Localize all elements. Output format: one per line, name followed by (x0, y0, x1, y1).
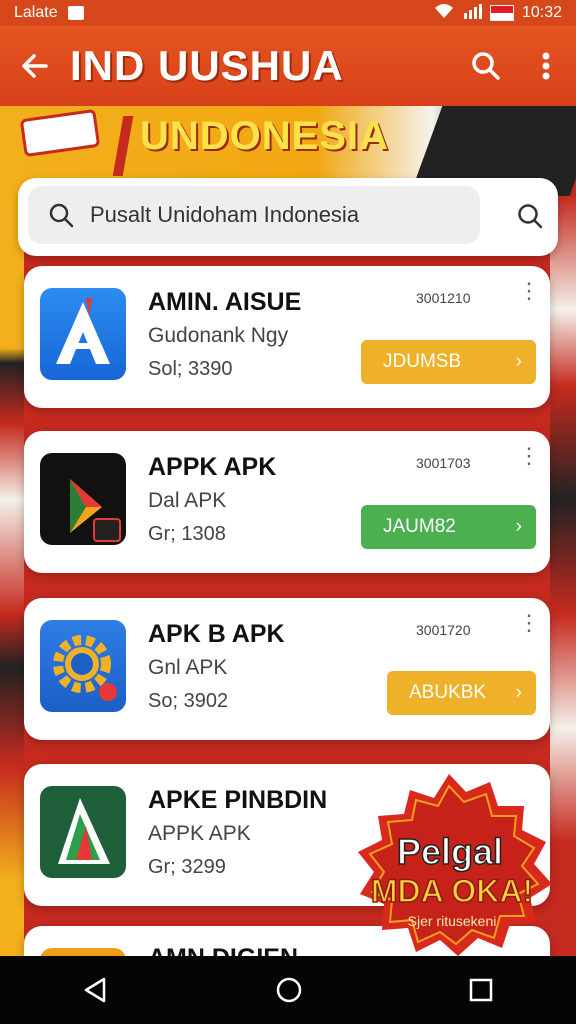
status-time: 10:32 (521, 4, 562, 21)
nav-back-icon[interactable] (82, 976, 110, 1004)
notification-icon (67, 6, 84, 20)
app-name: APPK APK (148, 453, 277, 481)
download-button[interactable]: ABUKBK › (387, 671, 536, 715)
app-card[interactable]: APPK APK Dal APK Gr; 1308 3001703 ⋮ JAUM… (24, 431, 550, 573)
download-button-label: JAUM82 (383, 516, 456, 537)
green-a-icon (40, 786, 126, 878)
status-left-text: Lalate (14, 4, 58, 21)
promo-line3: Sjer ritusekeni (408, 913, 497, 929)
gear-icon (40, 620, 126, 712)
app-size: Sol; 3390 (148, 358, 233, 380)
system-nav-bar (0, 956, 576, 1024)
app-card[interactable]: AMIN. AISUE Gudonank Ngy Sol; 3390 30012… (24, 266, 550, 408)
back-button[interactable] (0, 26, 70, 106)
search-input[interactable]: Pusalt Unidoham Indonesia (28, 186, 480, 244)
search-submit-icon[interactable] (516, 202, 544, 230)
download-button-label: JDUMSB (383, 351, 462, 372)
more-vert-icon (542, 52, 550, 80)
app-bar: IND UUSHUA (0, 26, 576, 106)
wifi-icon (434, 3, 454, 24)
promo-line2: MDA OKA! (371, 873, 533, 909)
search-panel: Pusalt Unidoham Indonesia (18, 178, 558, 256)
app-name: APKE PINBDIN (148, 786, 328, 814)
download-button[interactable]: JAUM82 › (361, 505, 536, 549)
chevron-right-icon: › (515, 351, 522, 372)
more-vert-icon[interactable]: ⋮ (518, 280, 540, 302)
search-button[interactable] (456, 26, 516, 106)
app-subtitle: Gnl APK (148, 656, 228, 679)
app-name: APK B APK (148, 620, 285, 648)
download-button-label: ABUKBK (409, 682, 487, 703)
app-version: 3001210 (416, 290, 471, 306)
chevron-right-icon: › (515, 516, 522, 537)
dark-play-icon (40, 453, 126, 545)
search-icon (49, 203, 74, 228)
app-subtitle: APPK APK (148, 822, 251, 845)
app-size: So; 3902 (148, 690, 229, 712)
arrow-left-icon (22, 54, 48, 78)
promo-line1: Pelgal (397, 831, 503, 872)
app-card[interactable]: APK B APK Gnl APK So; 3902 3001720 ⋮ ABU… (24, 598, 550, 740)
nav-recents-icon[interactable] (468, 977, 494, 1003)
app-version: 3001720 (416, 622, 471, 638)
app-version: 3001703 (416, 455, 471, 471)
more-vert-icon[interactable]: ⋮ (518, 445, 540, 467)
flag-icon (489, 5, 514, 21)
app-subtitle: Dal APK (148, 489, 227, 512)
promo-badge[interactable]: Pelgal MDA OKA! Sjer ritusekeni (338, 772, 560, 958)
download-button[interactable]: JDUMSB › (361, 340, 536, 384)
overflow-menu-button[interactable] (516, 26, 576, 106)
signal-icon (462, 3, 482, 24)
app-subtitle: Gudonank Ngy (148, 324, 289, 347)
chevron-right-icon: › (515, 682, 522, 703)
search-icon (472, 52, 500, 80)
nav-home-icon[interactable] (275, 976, 303, 1004)
app-size: Gr; 1308 (148, 523, 226, 545)
app-title: IND UUSHUA (70, 42, 344, 89)
blue-a-icon (40, 288, 126, 380)
left-decoration (0, 196, 24, 956)
banner-title: UNDONESIA (140, 114, 390, 158)
app-size: Gr; 3299 (148, 856, 226, 878)
more-vert-icon[interactable]: ⋮ (518, 612, 540, 634)
app-name: AMIN. AISUE (148, 288, 302, 316)
emblem-logo (19, 108, 101, 158)
search-input-value: Pusalt Unidoham Indonesia (90, 202, 360, 227)
status-bar: Lalate 10:32 (0, 0, 576, 26)
